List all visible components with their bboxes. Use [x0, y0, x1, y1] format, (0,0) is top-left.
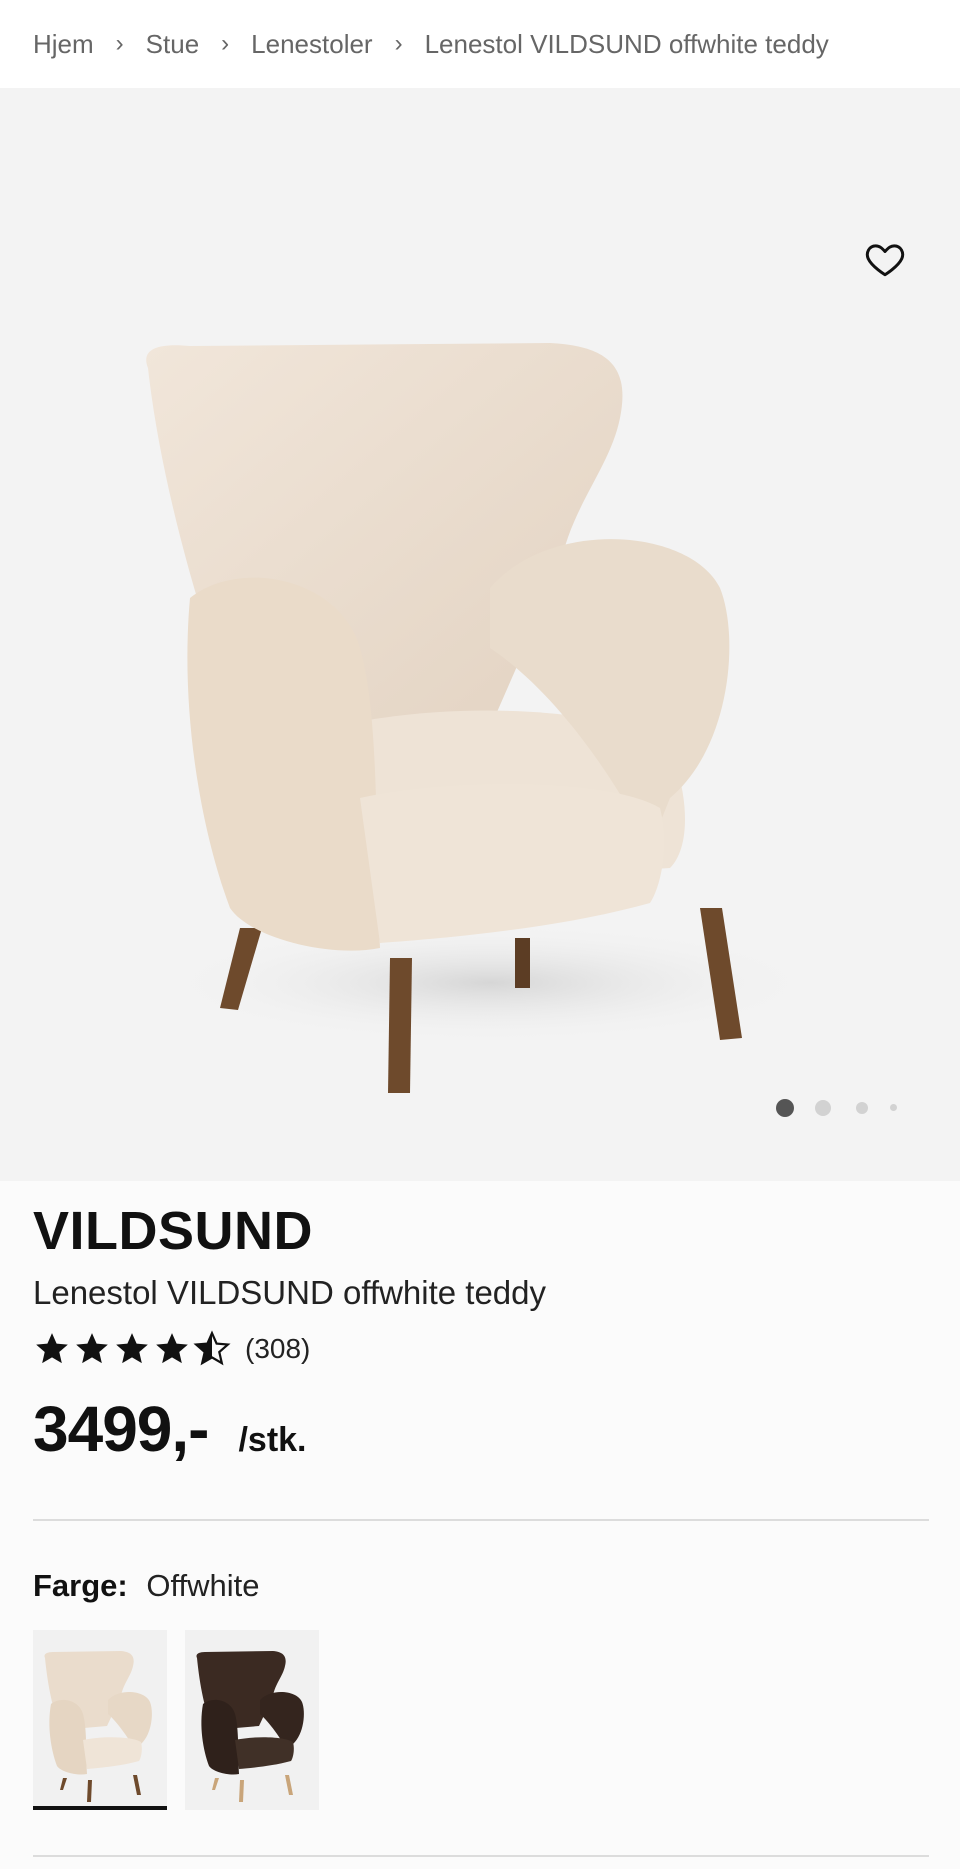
- product-price: 3499,- /stk.: [33, 1392, 307, 1466]
- chevron-right-icon: ›: [115, 30, 124, 57]
- product-brand: VILDSUND: [33, 1201, 314, 1261]
- swatch-chair-brown: [196, 1651, 304, 1802]
- star-filled-icon: [156, 1333, 188, 1364]
- breadcrumb-home[interactable]: Hjem: [33, 29, 94, 60]
- chevron-right-icon: ›: [394, 30, 403, 57]
- divider: [33, 1855, 929, 1857]
- product-image-chair: [146, 343, 820, 1093]
- product-title: Lenestol VILDSUND offwhite teddy: [33, 1274, 546, 1311]
- divider: [33, 1519, 929, 1521]
- product-rating[interactable]: (308): [33, 1330, 310, 1368]
- color-value: Offwhite: [146, 1568, 260, 1603]
- rating-stars: [33, 1330, 231, 1368]
- star-filled-icon: [36, 1333, 68, 1364]
- price-amount: 3499,-: [33, 1393, 209, 1465]
- color-swatch-brown[interactable]: [185, 1630, 319, 1810]
- star-filled-icon: [76, 1333, 108, 1364]
- carousel-dot[interactable]: [890, 1104, 897, 1111]
- carousel-dot-active[interactable]: [776, 1099, 794, 1117]
- star-half-icon: [193, 1330, 231, 1366]
- chevron-right-icon: ›: [221, 30, 230, 57]
- breadcrumb-current: Lenestol VILDSUND offwhite teddy: [424, 28, 829, 59]
- heart-outline-icon[interactable]: [864, 238, 906, 280]
- color-label: Farge:: [33, 1568, 128, 1603]
- breadcrumb-stue[interactable]: Stue: [146, 29, 200, 60]
- breadcrumb: Hjem › Stue › Lenestoler › Lenestol VILD…: [0, 0, 960, 88]
- price-unit: /stk.: [238, 1421, 307, 1459]
- breadcrumb-lenestoler[interactable]: Lenestoler: [251, 29, 372, 60]
- product-image-gallery[interactable]: [0, 88, 960, 1181]
- rating-count[interactable]: (308): [245, 1333, 310, 1365]
- color-selector-label: Farge: Offwhite: [33, 1568, 260, 1604]
- color-swatch-offwhite[interactable]: [33, 1630, 167, 1810]
- carousel-dot[interactable]: [815, 1100, 831, 1116]
- star-filled-icon: [116, 1333, 148, 1364]
- carousel-dot[interactable]: [856, 1102, 868, 1114]
- swatch-chair-offwhite: [44, 1651, 152, 1802]
